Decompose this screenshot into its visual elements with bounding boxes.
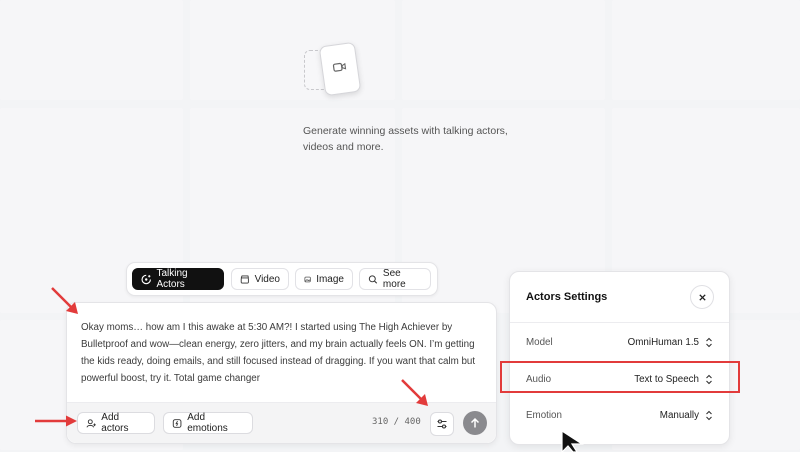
setting-label: Model [526,336,553,348]
sliders-icon [437,419,447,429]
annotation-highlight-box [500,361,740,393]
annotation-arrow-icon [51,287,78,314]
grid-tile [0,0,183,100]
send-button[interactable] [463,411,487,435]
settings-button[interactable] [430,412,454,436]
video-camera-icon [332,62,347,72]
close-icon [698,293,706,301]
image-icon [304,276,311,282]
clapperboard-icon [240,274,249,284]
video-card [318,41,362,97]
panel-title: Actors Settings [526,291,608,303]
tab-talking-actors[interactable]: Talking Actors [132,268,224,290]
add-user-icon [86,418,96,428]
tab-label: Image [316,273,344,285]
tab-label: Talking Actors [156,268,188,290]
grid-tile [190,0,395,100]
empty-state-illustration [302,41,362,98]
tab-label: Video [254,273,280,285]
emotion-select[interactable]: Manually [660,410,713,421]
add-emotions-label: Add emotions [187,412,228,434]
prompt-composer: Okay moms… how am I this awake at 5:30 A… [66,302,497,444]
search-icon [368,274,378,284]
add-actors-label: Add actors [101,412,129,434]
tab-see-more[interactable]: See more [359,268,431,290]
mode-tabs: Talking Actors Video Image See more [126,262,438,296]
setting-value: OmniHuman 1.5 [627,336,699,348]
setting-row-model[interactable]: Model OmniHuman 1.5 [526,332,713,352]
model-select[interactable]: OmniHuman 1.5 [628,337,713,348]
setting-row-emotion[interactable]: Emotion Manually [526,405,713,425]
chevron-updown-icon [706,337,712,347]
add-actors-button[interactable]: Add actors [77,412,155,434]
mouse-cursor-icon [561,430,585,452]
close-button[interactable] [690,285,714,309]
talking-actors-icon [141,274,151,284]
chevron-updown-icon [706,410,712,420]
tab-image[interactable]: Image [295,268,353,290]
empty-state-headline: Generate winning assets with talking act… [303,125,508,153]
tab-video[interactable]: Video [231,268,289,290]
setting-value: Manually [659,409,699,421]
emotion-icon [172,418,182,428]
panel-divider [510,322,729,323]
arrow-up-icon [470,417,480,428]
character-counter: 310 / 400 [372,417,421,427]
actors-settings-panel: Actors Settings Model OmniHuman 1.5 Audi… [509,271,730,445]
annotation-arrow-icon [35,415,77,427]
setting-label: Emotion [526,409,562,421]
tab-label: See more [382,268,406,290]
annotation-arrow-icon [401,379,428,406]
grid-tile [402,0,605,100]
grid-tile [612,0,800,100]
add-emotions-button[interactable]: Add emotions [163,412,253,434]
